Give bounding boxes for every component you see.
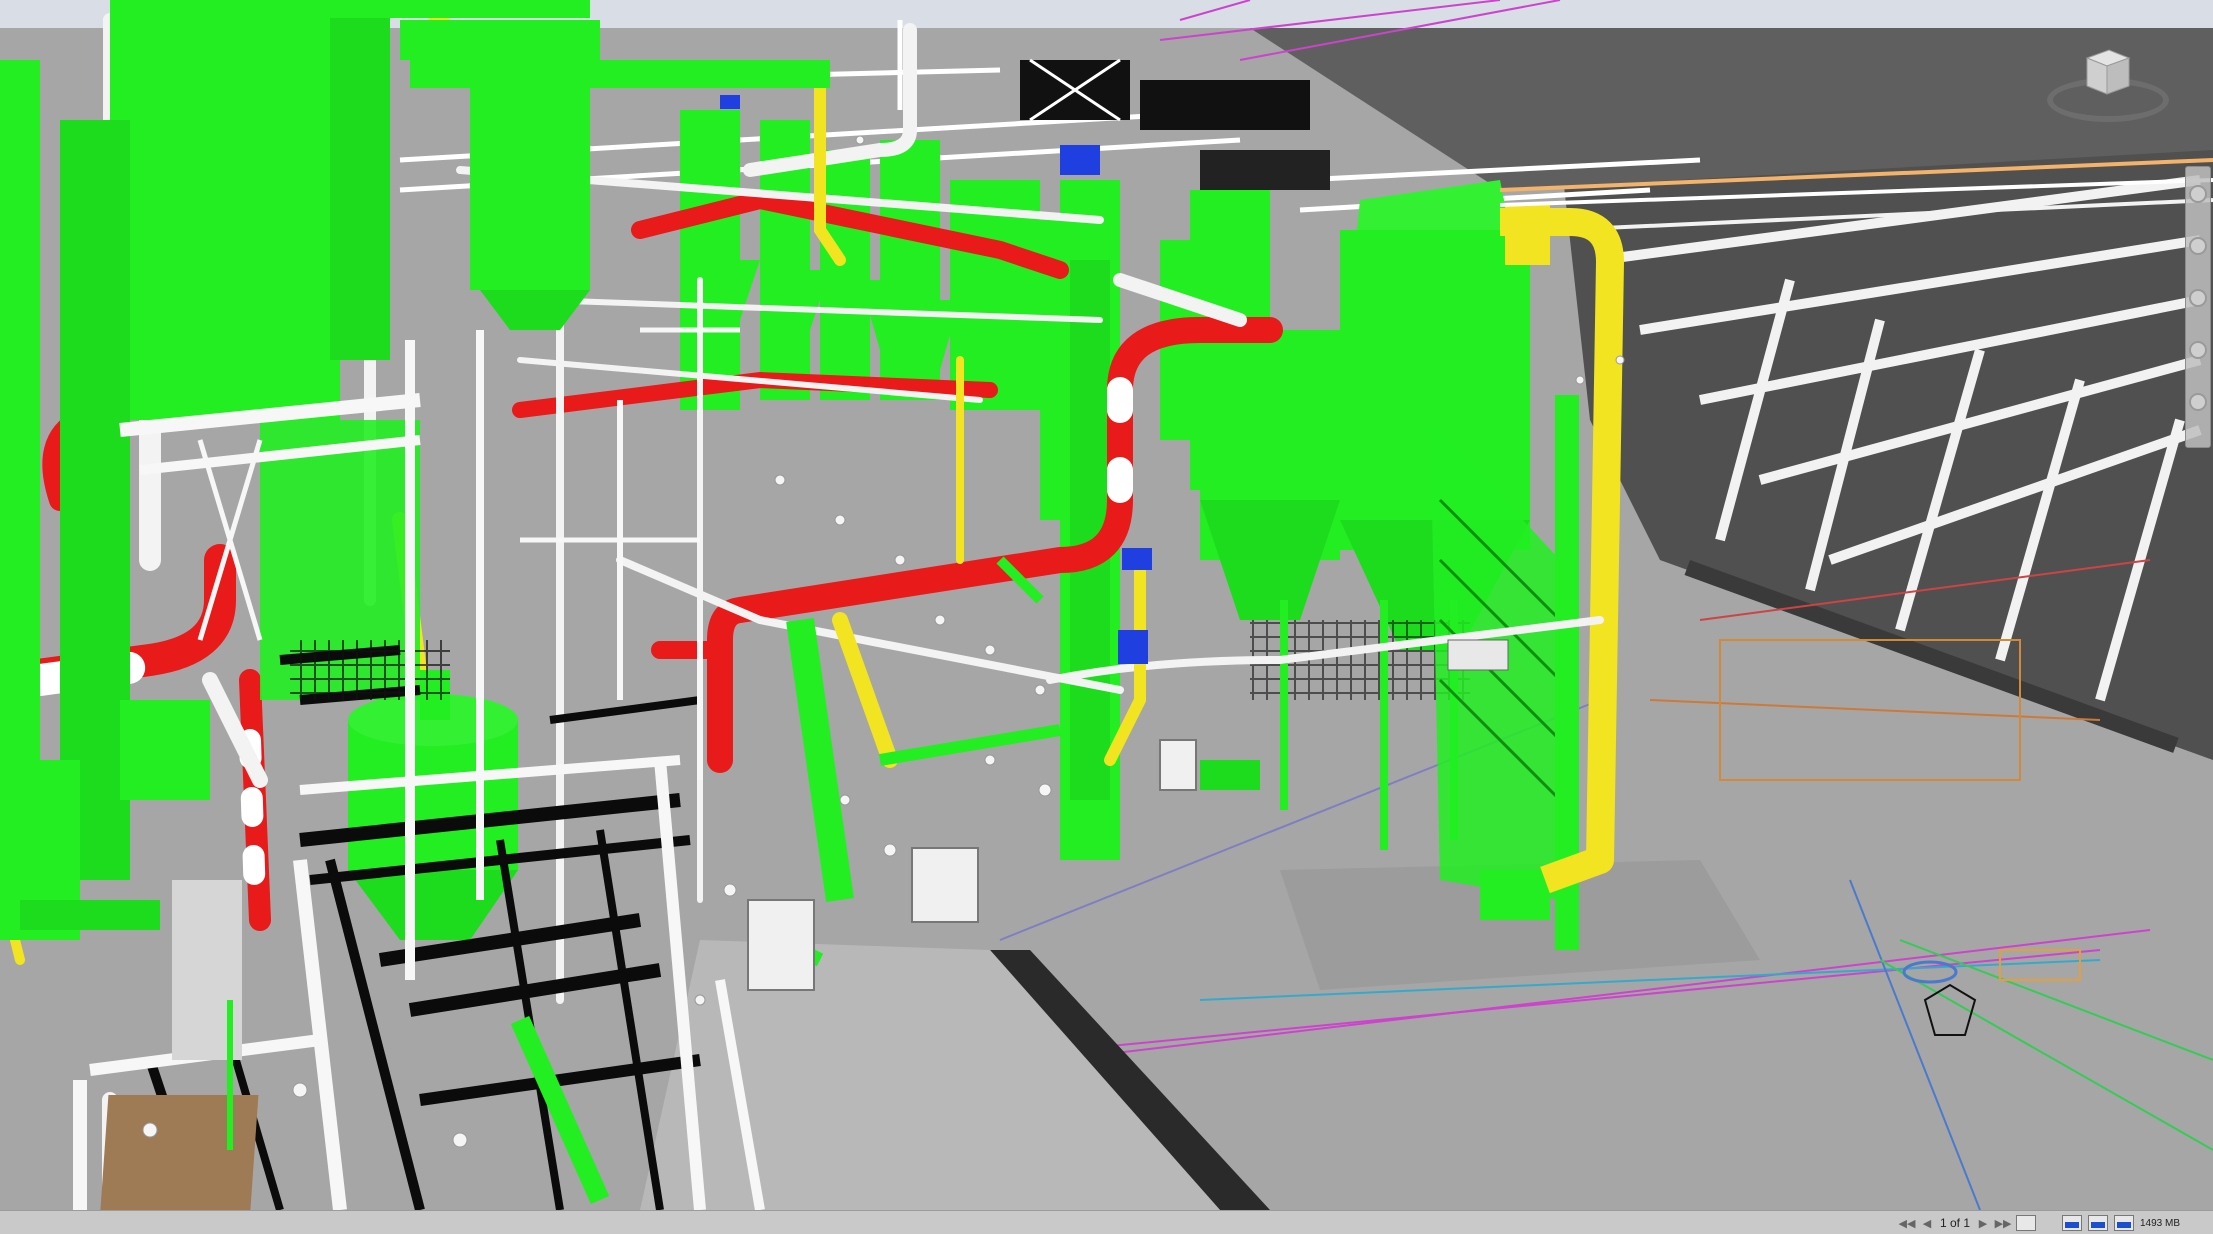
prev-page-icon[interactable]: ◀ bbox=[1920, 1215, 1934, 1231]
sheets-icon[interactable] bbox=[2016, 1215, 2037, 1231]
pan-icon[interactable] bbox=[2189, 237, 2207, 255]
memory-usage: 1493 MB bbox=[2140, 1217, 2181, 1229]
next-page-icon[interactable]: ▶ bbox=[1976, 1215, 1990, 1231]
performance-icon[interactable] bbox=[2114, 1215, 2134, 1231]
brown-floor-panel bbox=[100, 1095, 259, 1210]
viewcube-icon[interactable] bbox=[2079, 44, 2135, 100]
3d-model-viewport[interactable] bbox=[0, 0, 2213, 1210]
page-label: 1 of 1 bbox=[1940, 1216, 1971, 1230]
status-tools: 1493 MB bbox=[2062, 1213, 2180, 1233]
last-page-icon[interactable]: ▶▶ bbox=[1995, 1215, 2012, 1231]
orbit-icon[interactable] bbox=[2189, 341, 2207, 359]
navigation-bar[interactable] bbox=[2185, 166, 2211, 448]
first-page-icon[interactable]: ◀◀ bbox=[1899, 1215, 1916, 1231]
steering-wheel-icon[interactable] bbox=[2189, 185, 2207, 203]
look-icon[interactable] bbox=[2189, 393, 2207, 411]
zoom-icon[interactable] bbox=[2189, 289, 2207, 307]
progress-icon[interactable] bbox=[2088, 1215, 2108, 1231]
viewcube[interactable] bbox=[2043, 36, 2173, 136]
grating-left bbox=[290, 640, 450, 700]
duct-hood bbox=[1505, 205, 1550, 265]
plant-model-render[interactable] bbox=[0, 0, 2213, 1210]
page-navigator: ◀◀ ◀ 1 of 1 ▶ ▶▶ bbox=[1899, 1213, 2037, 1233]
status-bar: ◀◀ ◀ 1 of 1 ▶ ▶▶ 1493 MB bbox=[0, 1210, 2213, 1234]
pencil-tool-icon[interactable] bbox=[2062, 1215, 2082, 1231]
